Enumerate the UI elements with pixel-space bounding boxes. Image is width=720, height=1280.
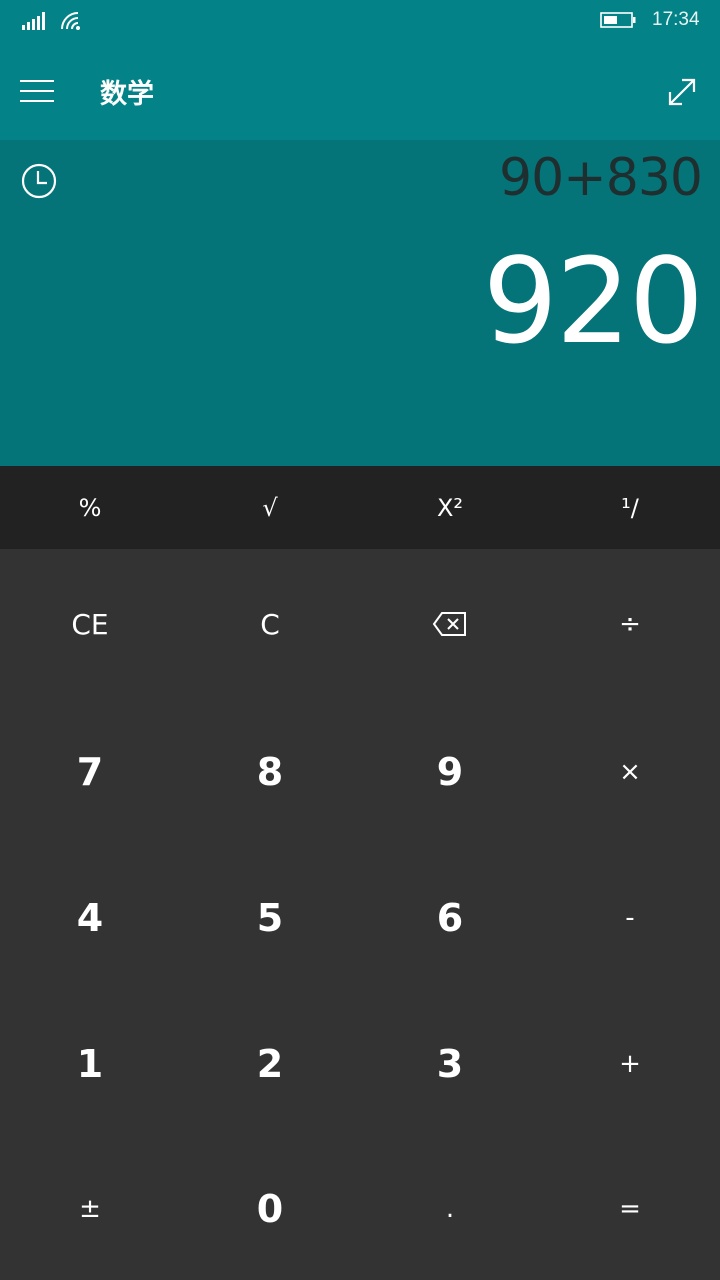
equals-button[interactable]: = bbox=[540, 1137, 720, 1280]
digit-4-button[interactable]: 4 bbox=[0, 845, 180, 991]
status-bar: 17:34 bbox=[0, 0, 720, 40]
history-clock-icon[interactable] bbox=[20, 162, 58, 200]
minus-button[interactable]: - bbox=[540, 845, 720, 991]
negate-button[interactable]: ± bbox=[0, 1137, 180, 1280]
square-button[interactable]: X² bbox=[360, 466, 540, 549]
expand-arrows-icon[interactable] bbox=[664, 74, 700, 110]
digit-9-button[interactable]: 9 bbox=[360, 699, 540, 845]
expression-text: 90+830 bbox=[499, 148, 703, 208]
reciprocal-button[interactable]: ¹∕ bbox=[540, 466, 720, 549]
signal-icon bbox=[22, 12, 45, 30]
plus-button[interactable]: + bbox=[540, 991, 720, 1137]
square-root-button[interactable]: √ bbox=[180, 466, 360, 549]
digit-7-button[interactable]: 7 bbox=[0, 699, 180, 845]
hamburger-menu-icon[interactable] bbox=[20, 80, 56, 104]
app-header: 数学 bbox=[0, 40, 720, 140]
status-time: 17:34 bbox=[652, 9, 700, 30]
scientific-row: % √ X² ¹∕ bbox=[0, 466, 720, 549]
divide-button[interactable]: ÷ bbox=[540, 549, 720, 699]
clear-button[interactable]: C bbox=[180, 549, 360, 699]
percent-button[interactable]: % bbox=[0, 466, 180, 549]
calculator-display: 90+830 920 bbox=[0, 140, 720, 466]
decimal-button[interactable]: . bbox=[360, 1137, 540, 1280]
backspace-button[interactable] bbox=[360, 549, 540, 699]
digit-6-button[interactable]: 6 bbox=[360, 845, 540, 991]
digit-2-button[interactable]: 2 bbox=[180, 991, 360, 1137]
clear-entry-button[interactable]: CE bbox=[0, 549, 180, 699]
digit-1-button[interactable]: 1 bbox=[0, 991, 180, 1137]
multiply-button[interactable]: × bbox=[540, 699, 720, 845]
battery-icon bbox=[600, 12, 636, 28]
digit-5-button[interactable]: 5 bbox=[180, 845, 360, 991]
keypad: CE C ÷ 7 8 9 × 4 5 6 - 1 2 3 + ± 0 . = bbox=[0, 549, 720, 1280]
backspace-icon bbox=[432, 612, 466, 636]
page-title: 数学 bbox=[100, 79, 154, 110]
wifi-icon bbox=[61, 12, 80, 30]
digit-3-button[interactable]: 3 bbox=[360, 991, 540, 1137]
digit-0-button[interactable]: 0 bbox=[180, 1137, 360, 1280]
result-text: 920 bbox=[482, 232, 704, 370]
digit-8-button[interactable]: 8 bbox=[180, 699, 360, 845]
